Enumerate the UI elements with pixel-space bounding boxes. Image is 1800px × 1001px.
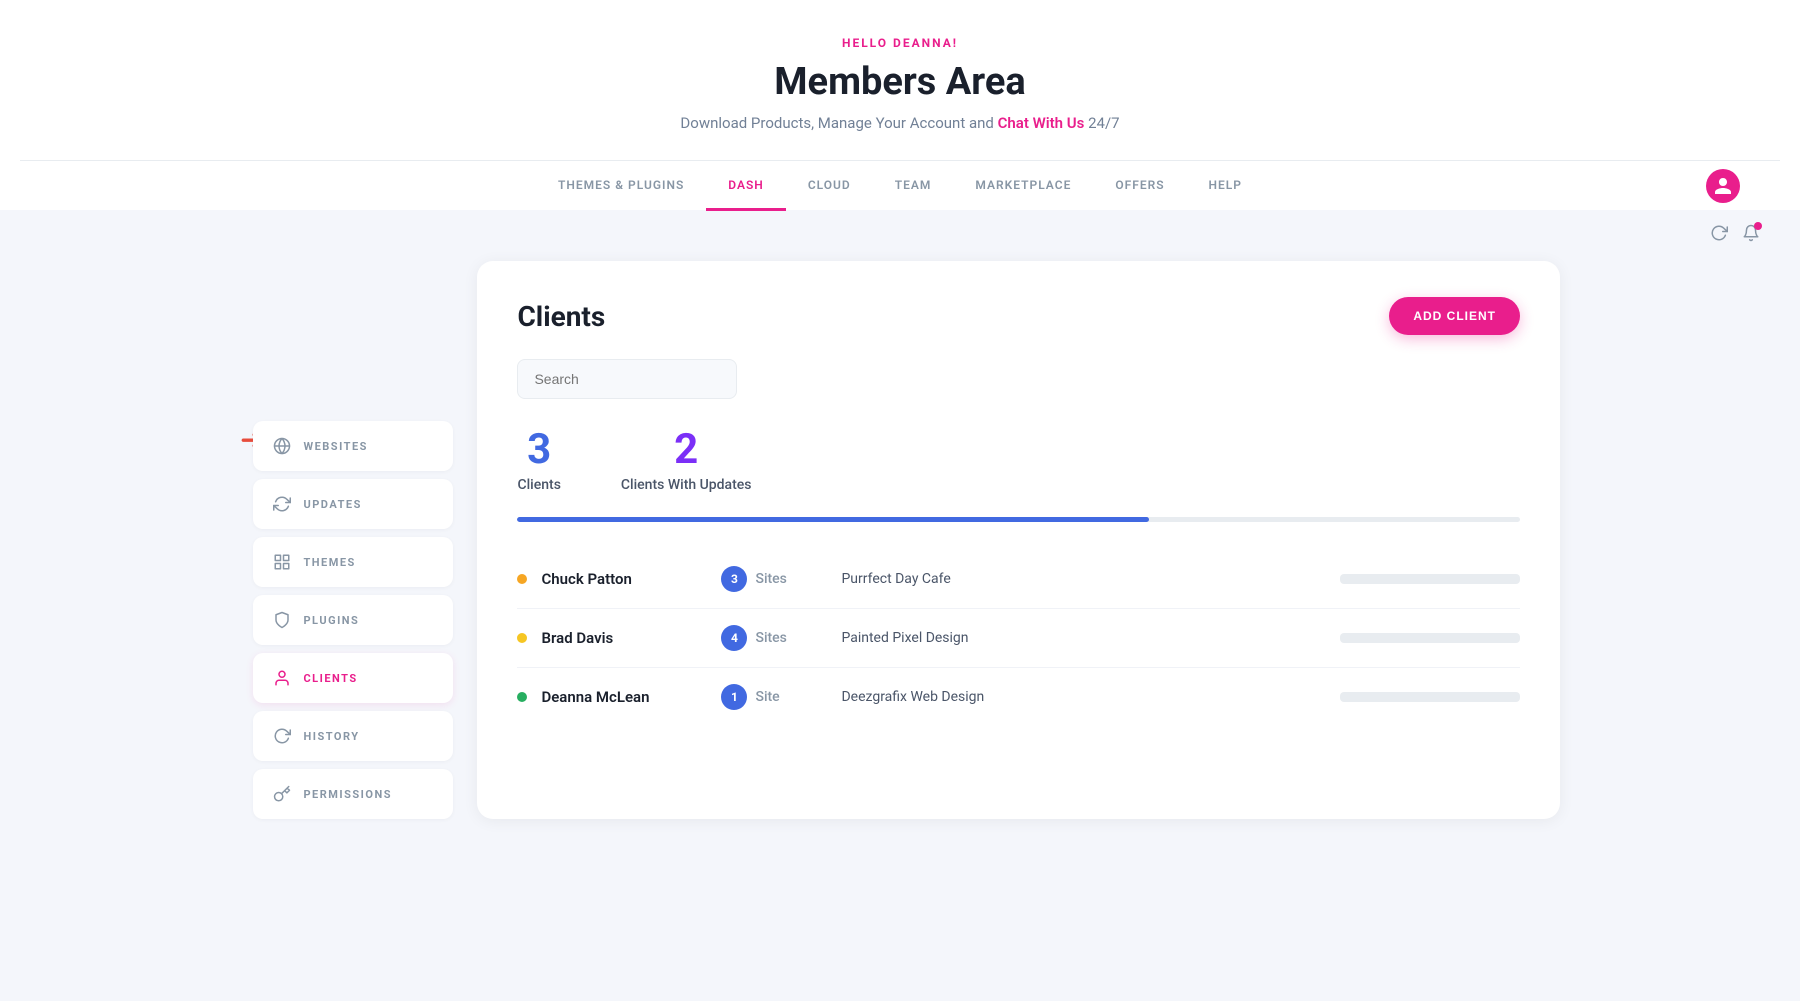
stat-clients: 3 Clients: [517, 429, 560, 493]
page-title: Members Area: [20, 60, 1780, 104]
sites-badge: 4: [721, 625, 747, 651]
sidebar: WEBSITES UPDATES THEMES: [253, 421, 453, 819]
add-client-button[interactable]: ADD CLIENT: [1389, 297, 1520, 335]
client-meta-bar: [1340, 692, 1520, 702]
sidebar-label-history: HISTORY: [303, 730, 359, 743]
sidebar-label-permissions: PERMISSIONS: [303, 788, 392, 801]
sidebar-item-clients[interactable]: CLIENTS: [253, 653, 453, 703]
sidebar-item-plugins[interactable]: PLUGINS: [253, 595, 453, 645]
subtitle-text-start: Download Products, Manage Your Account a…: [680, 114, 997, 132]
notification-icon[interactable]: [1742, 224, 1760, 247]
stat-updates: 2 Clients With Updates: [621, 429, 752, 493]
table-row[interactable]: Brad Davis 4 Sites Painted Pixel Design: [517, 609, 1520, 668]
sites-label: Sites: [755, 571, 786, 587]
sidebar-item-permissions[interactable]: PERMISSIONS: [253, 769, 453, 819]
status-dot-yellow: [517, 633, 527, 643]
progress-bar-container: [517, 517, 1520, 522]
sites-label: Site: [755, 689, 779, 705]
content-header: Clients ADD CLIENT: [517, 297, 1520, 335]
main-layout: ➜ WEBSITES UPDATES: [200, 261, 1600, 859]
sidebar-label-clients: CLIENTS: [303, 672, 357, 685]
chat-link[interactable]: Chat With Us: [998, 114, 1085, 132]
sidebar-item-history[interactable]: HISTORY: [253, 711, 453, 761]
progress-bar-fill: [517, 517, 1149, 522]
header: HELLO DEANNA! Members Area Download Prod…: [0, 0, 1800, 210]
stat-updates-count: 2: [621, 429, 752, 471]
client-sites: 4 Sites: [721, 625, 841, 651]
hello-greeting: HELLO DEANNA!: [20, 36, 1780, 50]
sidebar-label-plugins: PLUGINS: [303, 614, 359, 627]
stat-clients-count: 3: [517, 429, 560, 471]
sidebar-item-themes[interactable]: THEMES: [253, 537, 453, 587]
nav-item-marketplace[interactable]: MARKETPLACE: [953, 162, 1093, 211]
stats-row: 3 Clients 2 Clients With Updates: [517, 429, 1520, 493]
client-name: Brad Davis: [541, 629, 721, 647]
sidebar-item-websites[interactable]: WEBSITES: [253, 421, 453, 471]
sidebar-item-updates[interactable]: UPDATES: [253, 479, 453, 529]
subtitle: Download Products, Manage Your Account a…: [20, 114, 1780, 132]
navigation: THEMES & PLUGINS DASH CLOUD TEAM MARKETP…: [20, 160, 1780, 210]
client-sites: 3 Sites: [721, 566, 841, 592]
search-input[interactable]: [517, 359, 737, 399]
client-company: Purrfect Day Cafe: [841, 571, 1340, 587]
nav-item-help[interactable]: HELP: [1187, 162, 1264, 211]
client-name: Deanna McLean: [541, 688, 721, 706]
client-meta-bar: [1340, 633, 1520, 643]
subtitle-text-end: 24/7: [1084, 114, 1119, 132]
client-company: Deezgrafix Web Design: [841, 689, 1340, 705]
client-list: Chuck Patton 3 Sites Purrfect Day Cafe B…: [517, 550, 1520, 726]
content-area: Clients ADD CLIENT 3 Clients 2 Clients W…: [477, 261, 1560, 819]
client-company: Painted Pixel Design: [841, 630, 1340, 646]
status-dot-green: [517, 692, 527, 702]
client-name: Chuck Patton: [541, 570, 721, 588]
table-row[interactable]: Chuck Patton 3 Sites Purrfect Day Cafe: [517, 550, 1520, 609]
user-avatar[interactable]: [1706, 169, 1740, 203]
nav-item-offers[interactable]: OFFERS: [1093, 162, 1186, 211]
stat-clients-label: Clients: [517, 477, 560, 493]
sites-label: Sites: [755, 630, 786, 646]
notification-badge: [1754, 222, 1762, 230]
sidebar-label-updates: UPDATES: [303, 498, 361, 511]
sidebar-label-websites: WEBSITES: [303, 440, 367, 453]
toolbar-row: [0, 210, 1800, 261]
stat-updates-label: Clients With Updates: [621, 477, 752, 493]
nav-items: THEMES & PLUGINS DASH CLOUD TEAM MARKETP…: [536, 161, 1264, 210]
nav-item-dash[interactable]: DASH: [706, 162, 786, 211]
sites-badge: 1: [721, 684, 747, 710]
refresh-icon[interactable]: [1710, 224, 1728, 247]
sidebar-label-themes: THEMES: [303, 556, 355, 569]
client-meta-bar: [1340, 574, 1520, 584]
client-sites: 1 Site: [721, 684, 841, 710]
nav-item-team[interactable]: TEAM: [873, 162, 954, 211]
nav-item-themes-plugins[interactable]: THEMES & PLUGINS: [536, 162, 706, 211]
nav-item-cloud[interactable]: CLOUD: [786, 162, 873, 211]
table-row[interactable]: Deanna McLean 1 Site Deezgrafix Web Desi…: [517, 668, 1520, 726]
content-title: Clients: [517, 300, 605, 333]
status-dot-orange: [517, 574, 527, 584]
sidebar-wrapper: ➜ WEBSITES UPDATES: [240, 261, 453, 819]
sites-badge: 3: [721, 566, 747, 592]
